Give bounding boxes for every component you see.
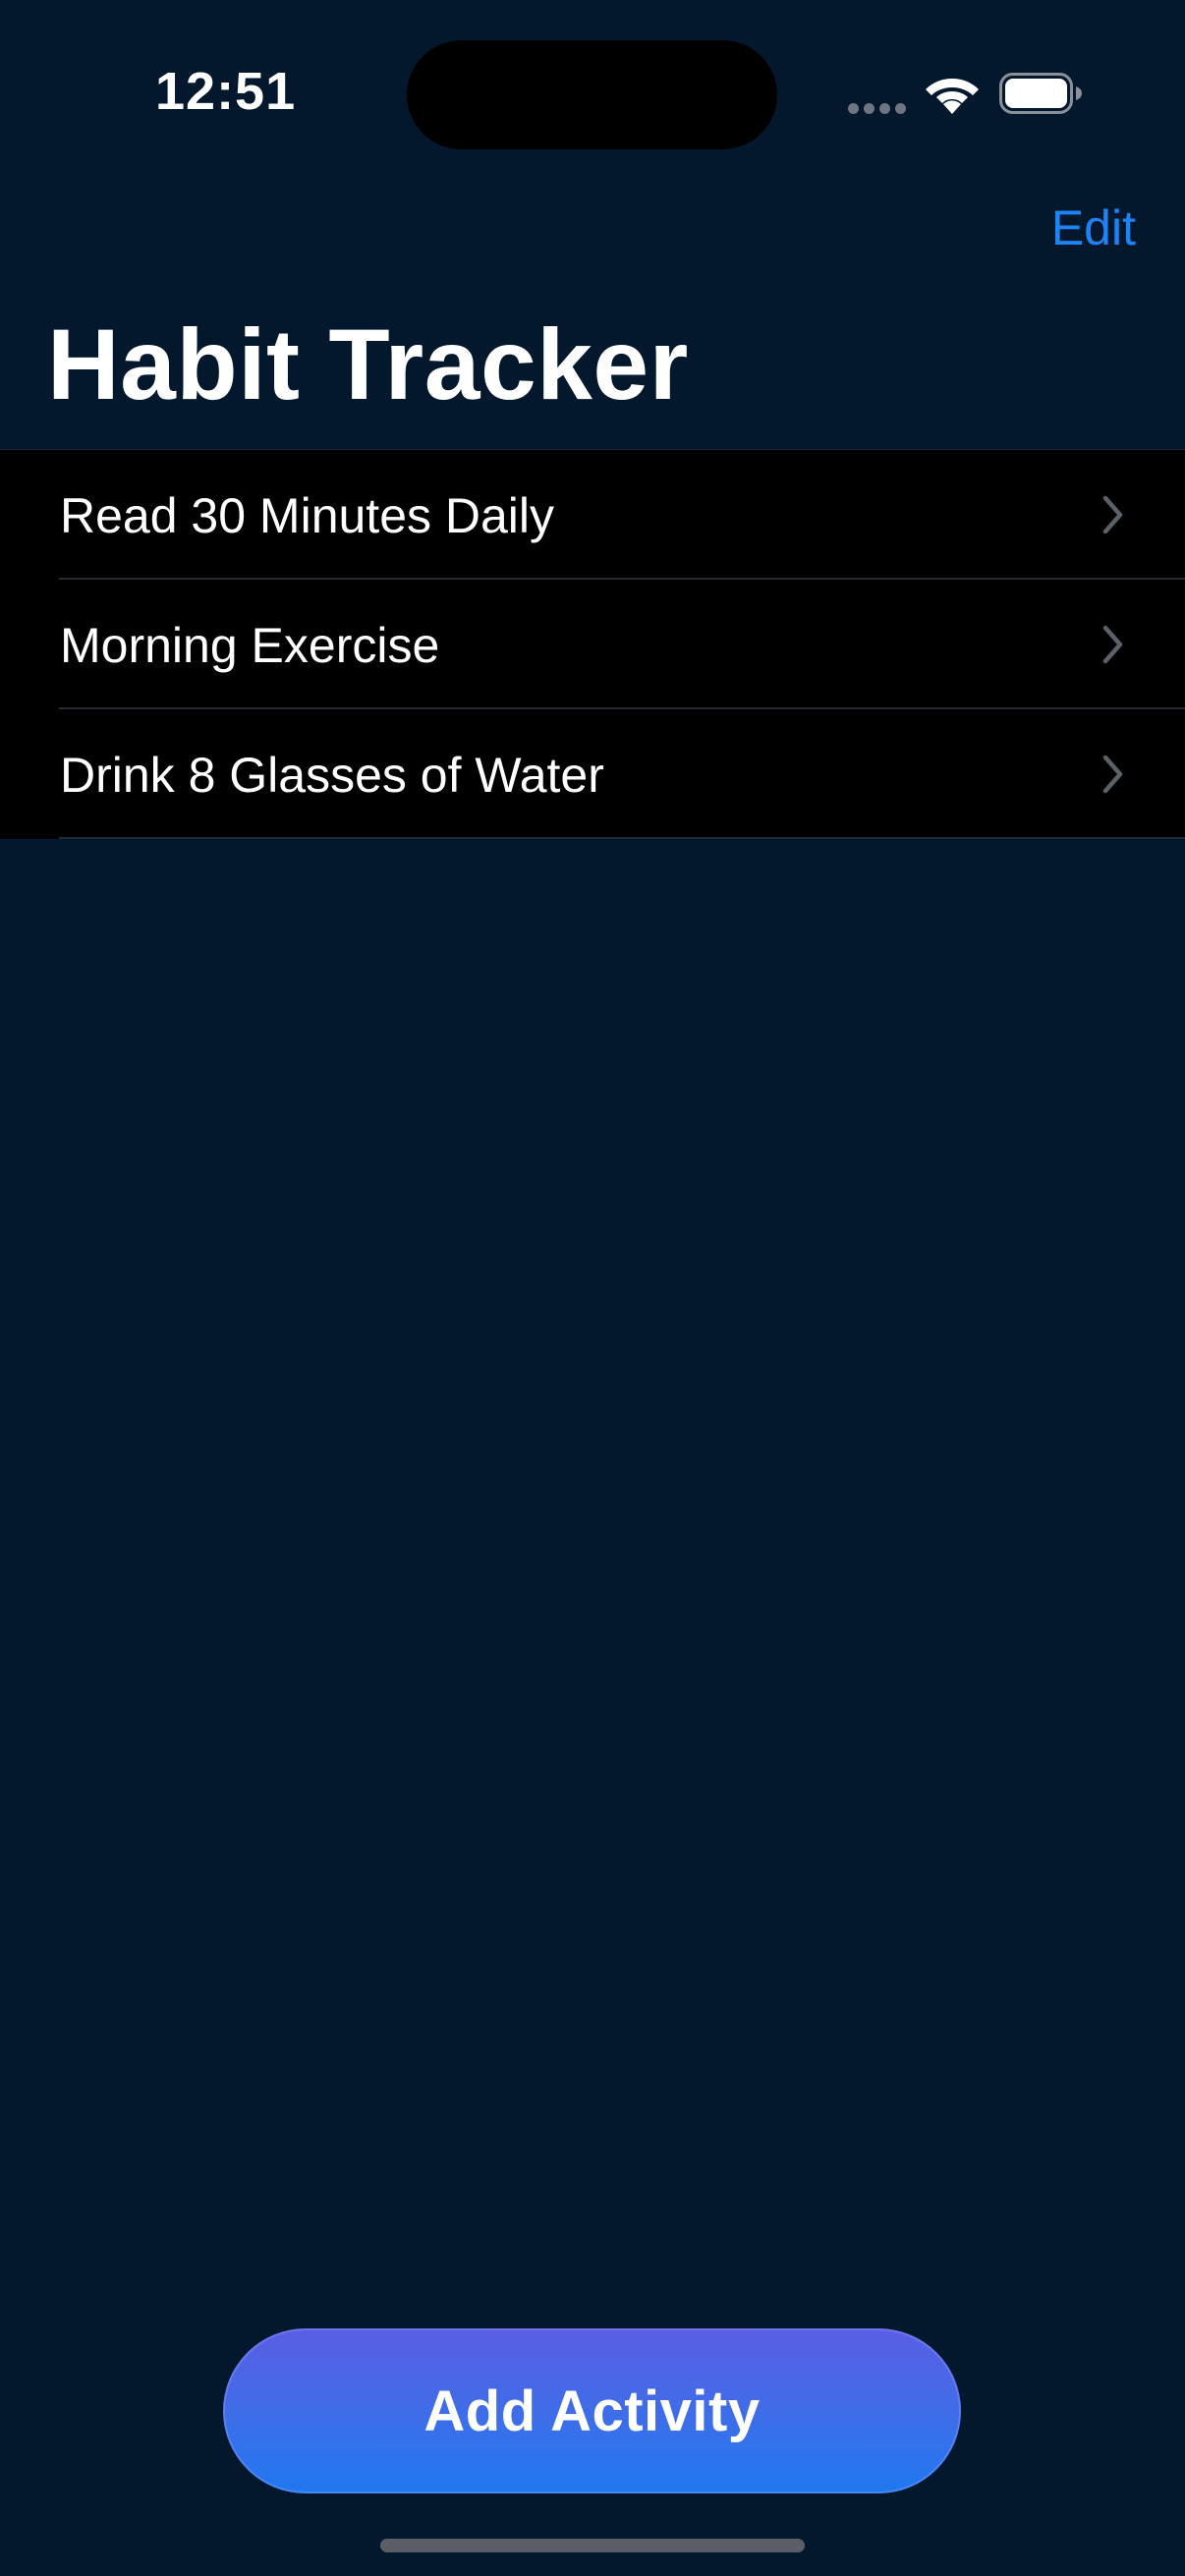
- status-bar: 12:51: [0, 0, 1185, 187]
- dynamic-island: [407, 40, 777, 149]
- add-activity-button[interactable]: Add Activity: [223, 2328, 961, 2493]
- edit-button[interactable]: Edit: [1051, 199, 1136, 256]
- habit-label: Drink 8 Glasses of Water: [60, 748, 604, 803]
- home-indicator[interactable]: [380, 2539, 805, 2552]
- habit-list: Read 30 Minutes Daily Morning Exercise D…: [0, 449, 1185, 839]
- wifi-icon: [926, 79, 979, 114]
- page-title: Habit Tracker: [47, 308, 689, 420]
- battery-icon: [999, 73, 1082, 114]
- chevron-right-icon: [1102, 495, 1123, 534]
- habit-row-exercise[interactable]: Morning Exercise: [0, 580, 1185, 709]
- habit-row-water[interactable]: Drink 8 Glasses of Water: [0, 709, 1185, 839]
- habit-label: Read 30 Minutes Daily: [60, 488, 555, 543]
- chevron-right-icon: [1102, 755, 1123, 794]
- cellular-signal-icon: [848, 101, 907, 115]
- habit-row-read[interactable]: Read 30 Minutes Daily: [0, 450, 1185, 580]
- add-activity-label: Add Activity: [423, 2379, 761, 2443]
- habit-label: Morning Exercise: [60, 618, 440, 673]
- chevron-right-icon: [1102, 625, 1123, 664]
- status-time: 12:51: [155, 62, 297, 121]
